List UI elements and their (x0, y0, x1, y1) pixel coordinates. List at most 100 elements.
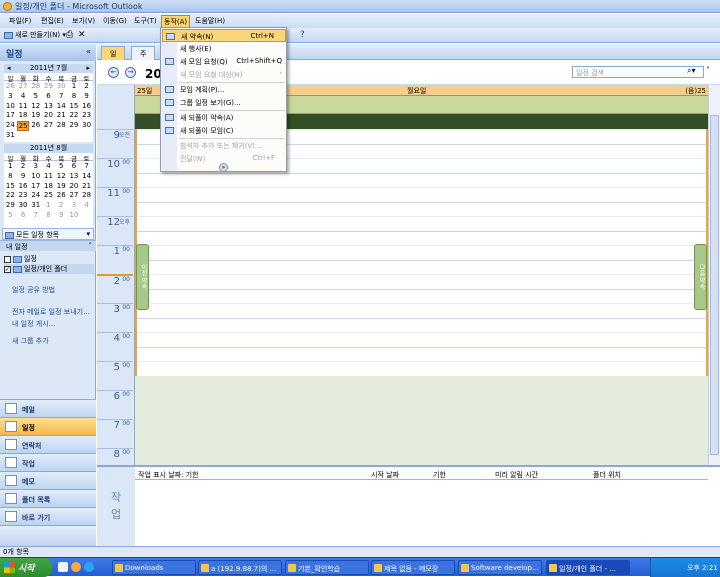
back-icon[interactable]: ← (108, 67, 119, 78)
delete-icon[interactable]: ✕ (78, 30, 86, 41)
pane-folder-list[interactable]: 폴더 목록 (0, 489, 96, 507)
menu-item-plan-meeting[interactable]: 모임 계획(P)... (162, 83, 286, 96)
next-appointment-tab[interactable]: 다음 약속 (694, 244, 707, 310)
mini-cal-day[interactable]: 26 (4, 82, 17, 92)
col-start-date[interactable]: 시작 날짜 (371, 470, 399, 480)
taskbar-item-outlook[interactable]: 일정/개인 폴더 - ... (546, 560, 630, 575)
pane-tasks[interactable]: 작업 (0, 453, 96, 471)
mini-cal-day[interactable]: 7 (80, 162, 93, 172)
mini-cal-day[interactable]: 4 (80, 201, 93, 211)
mini-cal-day[interactable]: 7 (29, 211, 42, 221)
col-due-date[interactable]: 작업 표시 날짜: 기한 (138, 470, 199, 480)
mini-cal-day[interactable]: 5 (4, 211, 17, 221)
checkbox[interactable] (4, 255, 11, 263)
new-button[interactable]: 새로 만들기(N) ▾ (4, 30, 66, 41)
mini-cal-day[interactable]: 22 (68, 111, 81, 121)
quicklaunch-icon[interactable] (58, 562, 68, 572)
col-folder[interactable]: 폴더 위치 (593, 470, 621, 480)
mini-cal-day[interactable]: 13 (68, 172, 81, 182)
mini-cal-day[interactable]: 17 (4, 111, 17, 121)
mini-cal-day[interactable]: 25 (16, 121, 30, 131)
pane-notes[interactable]: 메모 (0, 471, 96, 489)
print-icon[interactable]: ⎙ (66, 30, 73, 41)
mini-cal-day[interactable]: 16 (80, 102, 93, 112)
mini-cal-day[interactable]: 20 (42, 111, 55, 121)
mini-cal-day[interactable]: 23 (80, 111, 93, 121)
mini-cal-day[interactable]: 19 (55, 182, 68, 192)
mini-cal-day[interactable]: 15 (4, 182, 17, 192)
mini-cal-day[interactable]: 2 (17, 162, 30, 172)
mini-cal-day[interactable]: 10 (29, 172, 42, 182)
mini-cal-day[interactable]: 6 (68, 162, 81, 172)
mini-cal-day[interactable]: 9 (17, 172, 30, 182)
mini-cal-day[interactable]: 28 (80, 191, 93, 201)
mini-cal-day[interactable]: 26 (29, 121, 42, 131)
menu-go[interactable]: 이동(G) (101, 16, 129, 27)
mini-cal-day[interactable]: 28 (29, 82, 42, 92)
menu-view[interactable]: 보기(V) (70, 16, 97, 27)
taskbar-item-remote[interactable]: a (192.9.88.7)의 ... (198, 560, 282, 575)
mini-cal-day[interactable]: 22 (4, 191, 17, 201)
col-reminder[interactable]: 미리 알림 시간 (495, 470, 538, 480)
mini-cal-day[interactable]: 5 (55, 162, 68, 172)
menu-item-new-recurring-appointment[interactable]: 새 되풀이 약속(A) (162, 111, 286, 124)
menu-item-view-group-schedules[interactable]: 그룹 일정 보기(G)... (162, 96, 286, 109)
mini-cal-day[interactable]: 27 (68, 191, 81, 201)
mini-cal-day[interactable]: 15 (68, 102, 81, 112)
mini-cal-day[interactable]: 9 (80, 92, 93, 102)
mini-cal-day[interactable]: 14 (55, 102, 68, 112)
my-calendars-header[interactable]: 내 일정 ˄ (0, 240, 96, 251)
off-hours-area[interactable] (135, 376, 708, 465)
pane-shortcuts[interactable]: 바로 가기 (0, 507, 96, 525)
mini-cal-day[interactable]: 28 (55, 121, 68, 131)
mini-cal-day[interactable]: 16 (17, 182, 30, 192)
mini-cal-day[interactable]: 1 (42, 201, 55, 211)
taskbar-item-notepad[interactable]: 제목 없음 - 메모장 (371, 560, 455, 575)
all-items-dropdown[interactable]: 모든 일정 항목 ▾ (2, 228, 94, 240)
menu-item-new-recurring-meeting[interactable]: 새 되풀이 모임(C) (162, 124, 286, 137)
tab-week[interactable]: 주 (131, 46, 156, 60)
mini-cal-day[interactable]: 6 (42, 92, 55, 102)
mini-cal-day[interactable]: 21 (80, 182, 93, 192)
link-publish-calendar[interactable]: 내 일정 게시... (12, 319, 55, 329)
menu-file[interactable]: 파일(F) (7, 16, 33, 27)
mini-cal-day[interactable]: 6 (17, 211, 30, 221)
menu-item-new-meeting-request[interactable]: 새 모임 요청(Q) Ctrl+Shift+Q (162, 55, 286, 68)
col-due[interactable]: 기한 (433, 470, 446, 480)
checkbox-checked[interactable]: ✓ (4, 265, 11, 273)
menu-item-new-event[interactable]: 새 행사(E) (162, 42, 286, 55)
next-month-icon[interactable]: ▸ (86, 64, 90, 73)
start-button[interactable]: 시작 (0, 558, 52, 577)
mini-cal-day[interactable]: 18 (42, 182, 55, 192)
mini-cal-day[interactable]: 3 (4, 92, 17, 102)
mini-cal-day[interactable]: 17 (29, 182, 42, 192)
menu-help[interactable]: 도움말(H) (193, 16, 227, 27)
tab-day[interactable]: 일 (101, 46, 126, 60)
mini-cal-day[interactable]: 4 (42, 162, 55, 172)
mini-cal-day[interactable]: 27 (17, 82, 30, 92)
mini-cal-day[interactable]: 12 (55, 172, 68, 182)
mini-cal-day[interactable]: 5 (29, 92, 42, 102)
mini-cal-day[interactable]: 14 (80, 172, 93, 182)
mini-cal-day[interactable]: 9 (55, 211, 68, 221)
mini-cal-day[interactable]: 27 (42, 121, 55, 131)
mini-cal-day[interactable]: 25 (42, 191, 55, 201)
mini-cal-day[interactable]: 2 (55, 201, 68, 211)
mini-cal-day[interactable]: 19 (29, 111, 42, 121)
mini-cal-day[interactable]: 10 (4, 102, 17, 112)
mini-cal-day[interactable]: 31 (29, 201, 42, 211)
taskbar-item-downloads[interactable]: Downloads (112, 560, 196, 575)
mini-cal-day[interactable]: 23 (17, 191, 30, 201)
mini-cal-day[interactable]: 10 (68, 211, 81, 221)
mini-cal-day[interactable]: 31 (4, 131, 17, 141)
previous-appointment-tab[interactable]: 이전 약속 (136, 244, 149, 310)
mini-cal-day[interactable]: 30 (17, 201, 30, 211)
mini-cal-day[interactable]: 21 (55, 111, 68, 121)
pane-mail[interactable]: 메일 (0, 399, 96, 417)
mini-cal-day[interactable]: 24 (4, 121, 17, 131)
menu-edit[interactable]: 편집(E) (39, 16, 66, 27)
link-share-calendar[interactable]: 일정 공유 방법 (12, 285, 55, 295)
mini-cal-day[interactable]: 24 (29, 191, 42, 201)
mini-cal-day[interactable]: 4 (17, 92, 30, 102)
quicklaunch-icon[interactable] (71, 562, 81, 572)
